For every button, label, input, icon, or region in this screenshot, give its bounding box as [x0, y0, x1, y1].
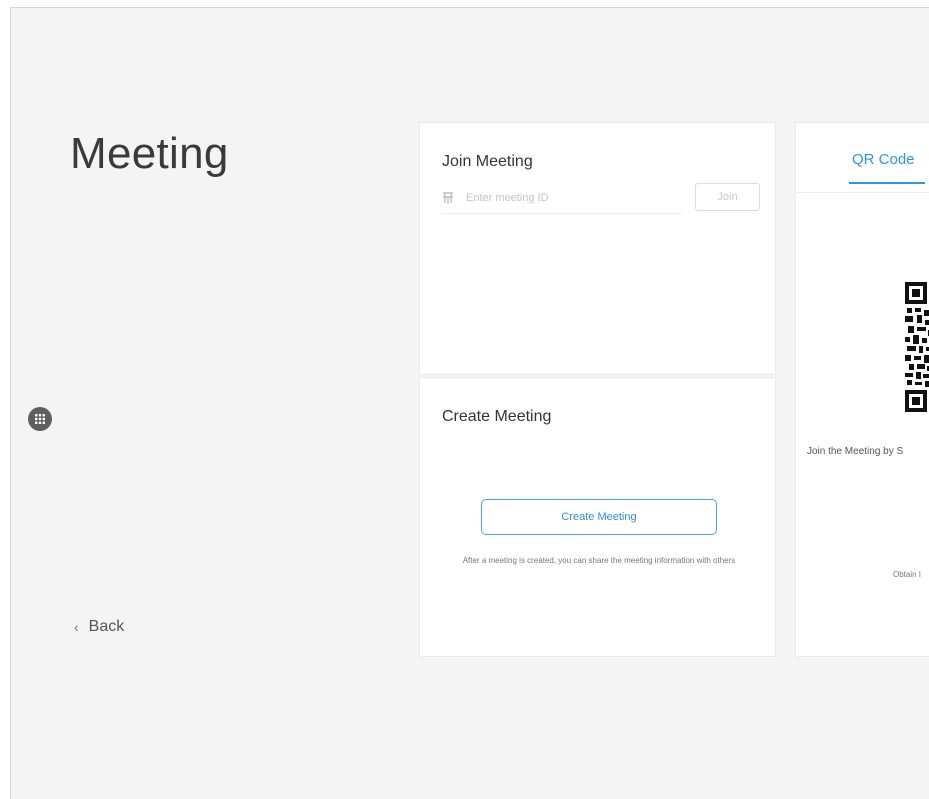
obtain-text: Obtain I	[893, 570, 922, 579]
join-meeting-card: Join Meeting Join	[419, 122, 776, 375]
page-title: Meeting	[70, 129, 229, 178]
qr-code-icon	[905, 282, 929, 412]
qr-code-caption: Join the Meeting by S	[807, 446, 904, 457]
tab-qr-code[interactable]: QR Code	[852, 151, 915, 168]
create-meeting-title: Create Meeting	[442, 408, 552, 425]
back-label: Back	[88, 618, 125, 635]
grid-icon	[35, 414, 45, 424]
create-meeting-card: Create Meeting Create Meeting After a me…	[419, 377, 776, 657]
app-window: Meeting ‹ Back Join Meeting Enter meetin…	[10, 7, 929, 799]
qr-code-card: QR Code Join the Meeting by S Obtain I	[795, 122, 929, 657]
chevron-left-icon: ‹	[74, 619, 79, 635]
tab-active-indicator	[849, 182, 925, 184]
grid-menu-button[interactable]	[28, 407, 52, 431]
create-meeting-description: After a meeting is created, you can shar…	[462, 556, 736, 565]
meeting-id-field[interactable]	[442, 183, 682, 214]
join-meeting-title: Join Meeting	[442, 153, 533, 170]
tab-divider	[796, 192, 929, 193]
back-button[interactable]: ‹ Back	[74, 618, 124, 636]
meeting-id-icon	[443, 192, 453, 204]
meeting-id-input[interactable]	[466, 192, 666, 204]
create-meeting-button[interactable]: Create Meeting	[481, 499, 717, 535]
join-button[interactable]: Join	[695, 183, 760, 211]
